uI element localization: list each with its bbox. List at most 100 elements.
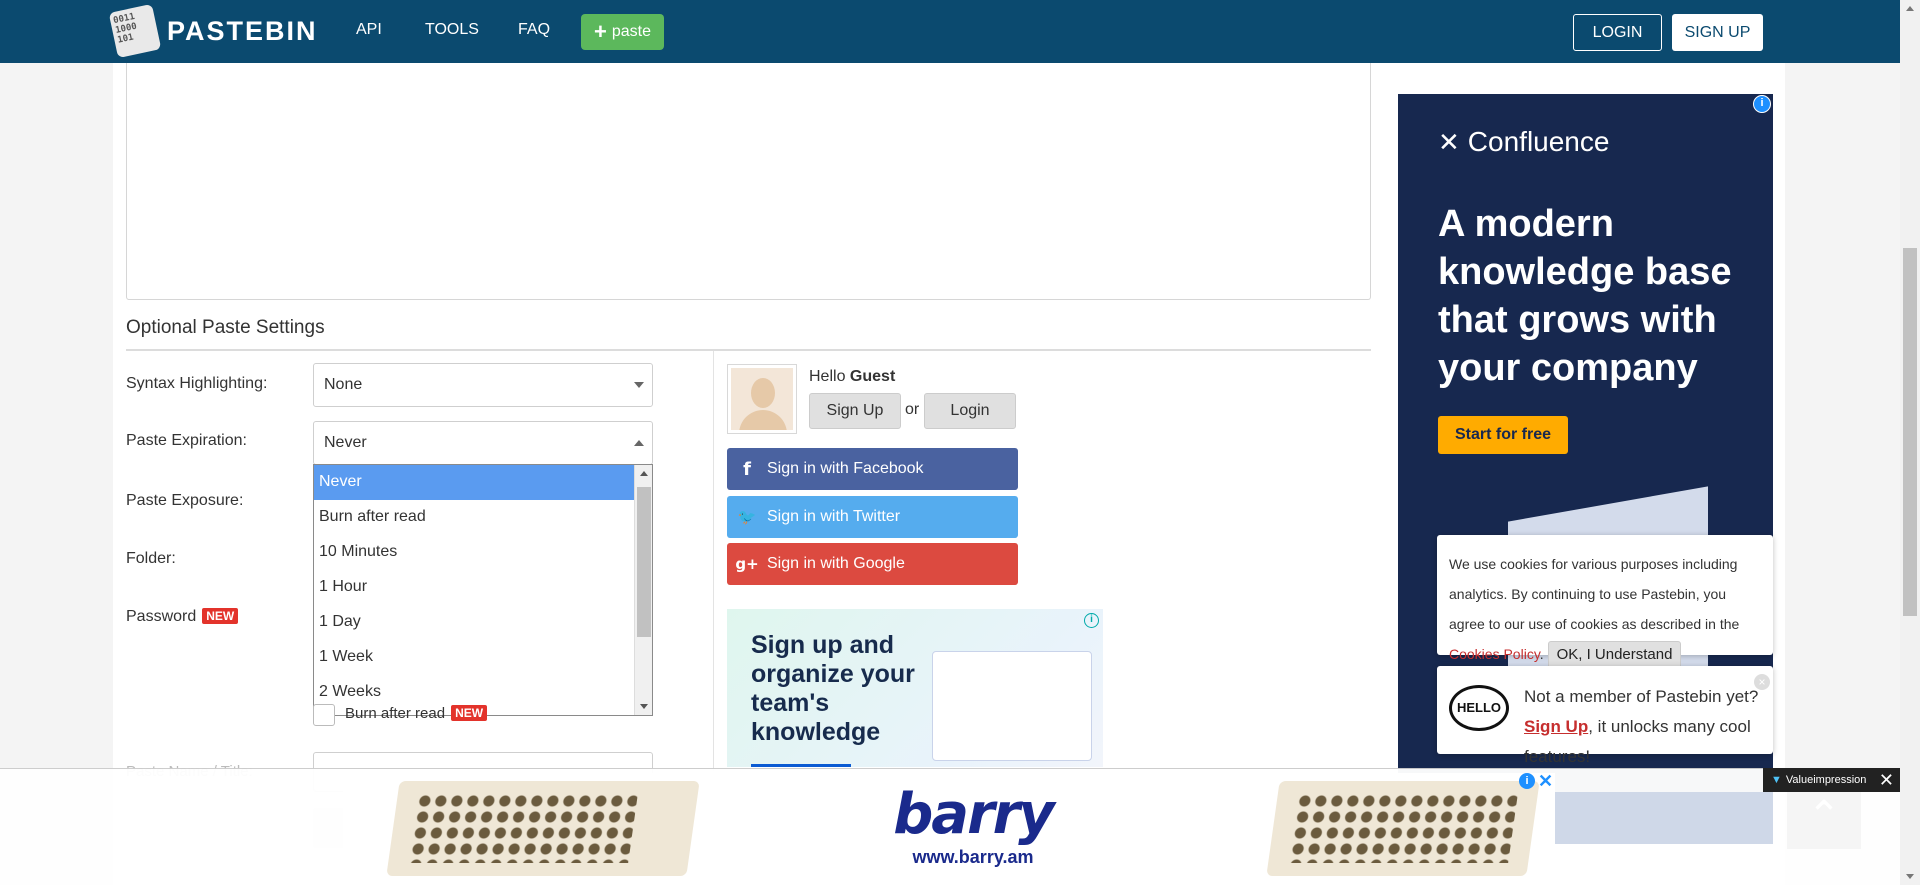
new-paste-label: paste — [611, 23, 651, 40]
cookie-text-end: . — [1539, 646, 1544, 662]
top-nav-bar: 0011 1000 101 PASTEBIN API TOOLS FAQ + pas… — [0, 0, 1900, 63]
scroll-to-top-icon[interactable]: ⌃ — [1787, 783, 1861, 849]
nav-faq[interactable]: FAQ — [518, 21, 550, 39]
syntax-select[interactable]: None — [313, 363, 653, 407]
signup-button[interactable]: SIGN UP — [1672, 14, 1763, 51]
barry-logo: barry www.barry.am — [873, 783, 1073, 878]
chevron-up-icon — [634, 440, 644, 446]
confluence-small-ad[interactable]: Sign up and organize your team's knowled… — [727, 609, 1103, 767]
expiration-option-10min[interactable]: 10 Minutes — [314, 535, 634, 570]
confluence-logo: ✕ Confluence — [1438, 126, 1609, 158]
password-label: Password — [126, 608, 197, 625]
optional-settings-title: Optional Paste Settings — [126, 317, 325, 338]
cookie-notice: We use cookies for various purposes incl… — [1437, 535, 1773, 669]
google-plus-icon: g+ — [735, 555, 759, 573]
small-ad-illustration — [932, 651, 1092, 761]
cookie-text: We use cookies for various purposes incl… — [1449, 556, 1740, 632]
page-scroll-thumb[interactable] — [1903, 248, 1917, 616]
avatar-image — [731, 368, 793, 430]
page-scroll-down-icon[interactable] — [1906, 874, 1914, 879]
burn-after-read-label: Burn after read NEW — [345, 705, 488, 722]
member-text: Not a member of Pastebin yet? Sign Up, i… — [1524, 682, 1773, 772]
burn-new-badge: NEW — [451, 705, 488, 721]
scroll-up-arrow-icon[interactable] — [640, 471, 648, 476]
folder-label: Folder: — [126, 550, 176, 567]
guest-name: Guest — [849, 368, 896, 385]
side-ad-headline: A modern knowledge base that grows with … — [1438, 203, 1732, 389]
guest-signup-button[interactable]: Sign Up — [809, 393, 901, 429]
side-ad-bottom — [1555, 792, 1773, 844]
expiration-option-burn[interactable]: Burn after read — [314, 500, 634, 535]
barry-url: www.barry.am — [912, 847, 1034, 867]
expiration-label: Paste Expiration: — [126, 432, 247, 449]
expiration-option-never[interactable]: Never — [314, 465, 634, 500]
small-ad-cta[interactable] — [751, 764, 851, 767]
cookies-policy-link[interactable]: Cookies Policy — [1449, 646, 1540, 662]
dropdown-scrollbar[interactable] — [634, 465, 652, 715]
or-text: or — [905, 401, 920, 418]
burn-label-text: Burn after read — [345, 705, 446, 722]
scroll-down-arrow-icon[interactable] — [640, 704, 648, 709]
close-icon[interactable]: × — [1754, 674, 1770, 690]
cookie-ok-button[interactable]: OK, I Understand — [1547, 641, 1682, 669]
expiration-option-1week[interactable]: 1 Week — [314, 640, 634, 675]
guest-login-button[interactable]: Login — [924, 393, 1016, 429]
page-scrollbar[interactable] — [1900, 0, 1920, 885]
google-signin-button[interactable]: g+ Sign in with Google — [727, 543, 1018, 585]
valueimpression-label: Valueimpression — [1785, 774, 1867, 786]
side-ad-info-icon[interactable]: i — [1753, 95, 1771, 113]
barry-brand: barry — [893, 782, 1055, 847]
valueimpression-close-icon[interactable]: ✕ — [1879, 770, 1894, 791]
nav-tools[interactable]: TOOLS — [425, 21, 479, 39]
hello-bubble-icon: HELLO — [1449, 685, 1509, 731]
facebook-signin-button[interactable]: f Sign in with Facebook — [727, 448, 1018, 490]
confluence-brand: Confluence — [1467, 126, 1610, 157]
member-line1: Not a member of Pastebin yet? — [1524, 687, 1759, 706]
member-signup-link[interactable]: Sign Up — [1524, 717, 1588, 736]
twitter-signin-button[interactable]: 🐦 Sign in with Twitter — [727, 496, 1018, 538]
expiration-value: Never — [324, 434, 367, 451]
member-popup: HELLO Not a member of Pastebin yet? Sign… — [1437, 666, 1773, 766]
syntax-label: Syntax Highlighting: — [126, 375, 268, 392]
banner-product-image-right — [1266, 781, 1540, 876]
new-badge: NEW — [202, 608, 239, 624]
expiration-option-1day[interactable]: 1 Day — [314, 605, 634, 640]
valueimpression-logo-icon: ▼ — [1771, 774, 1782, 786]
pastebin-logo[interactable]: 0011 1000 101 PASTEBIN — [108, 3, 318, 59]
start-for-free-button[interactable]: Start for free — [1438, 416, 1568, 454]
page-scroll-up-icon[interactable] — [1906, 6, 1914, 11]
barry-banner-ad[interactable]: barry www.barry.am — [343, 773, 1555, 885]
password-label-wrap: Password NEW — [126, 608, 239, 626]
settings-divider — [126, 349, 1371, 351]
confluence-logo-icon: ✕ — [1438, 126, 1460, 157]
twitter-signin-label: Sign in with Twitter — [767, 508, 901, 525]
expiration-option-1hour[interactable]: 1 Hour — [314, 570, 634, 605]
pastebin-logo-icon: 0011 1000 101 — [108, 3, 162, 59]
expiration-select[interactable]: Never — [313, 421, 653, 465]
hello-text: Hello — [809, 368, 846, 385]
guest-avatar — [727, 364, 797, 434]
facebook-signin-label: Sign in with Facebook — [767, 460, 924, 477]
valueimpression-badge: ▼ Valueimpression ✕ — [1763, 768, 1900, 792]
banner-info-icon[interactable]: i — [1519, 773, 1535, 789]
hello-guest: Hello Guest — [809, 368, 895, 386]
google-signin-label: Sign in with Google — [767, 555, 905, 572]
login-button[interactable]: LOGIN — [1573, 14, 1662, 51]
expiration-dropdown[interactable]: Never Burn after read 10 Minutes 1 Hour … — [313, 464, 653, 716]
column-divider — [713, 351, 714, 771]
small-ad-headline: Sign up and organize your team's knowled… — [751, 631, 915, 746]
facebook-icon: f — [743, 458, 751, 480]
banner-close-icon[interactable]: ✕ — [1538, 771, 1553, 792]
paste-textarea[interactable] — [126, 63, 1371, 300]
twitter-icon: 🐦 — [737, 508, 757, 526]
new-paste-button[interactable]: + paste — [581, 14, 664, 50]
chevron-down-icon — [634, 382, 644, 388]
ad-info-icon[interactable]: i — [1084, 613, 1099, 628]
banner-product-image-left — [386, 781, 700, 876]
dropdown-scroll-thumb[interactable] — [637, 487, 651, 637]
syntax-value: None — [324, 376, 363, 393]
logo-text: PASTEBIN — [167, 15, 318, 46]
burn-after-read-checkbox[interactable] — [313, 704, 335, 726]
nav-api[interactable]: API — [356, 21, 382, 39]
exposure-label: Paste Exposure: — [126, 492, 244, 509]
